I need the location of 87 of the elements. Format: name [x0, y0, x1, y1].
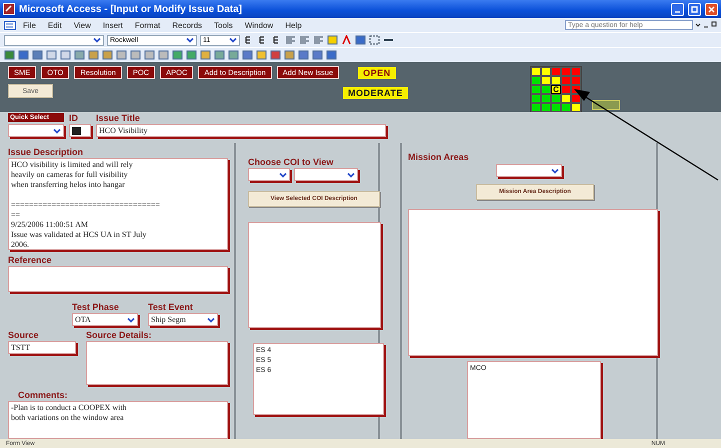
caret-icon — [279, 170, 287, 178]
line-color-icon[interactable] — [355, 35, 366, 45]
align-left-icon[interactable] — [285, 35, 296, 45]
test-event-combo[interactable]: Ship Segm — [148, 313, 218, 326]
menu-item[interactable]: Edit — [42, 20, 67, 30]
menu-item[interactable]: Format — [130, 20, 166, 30]
caret-icon — [186, 36, 194, 44]
test-phase-label: Test Phase — [72, 302, 120, 314]
caret-icon — [229, 36, 237, 44]
toolbar-icon[interactable] — [74, 50, 85, 60]
risk-tag — [592, 100, 620, 110]
app-key-icon — [3, 3, 15, 15]
toolbar-icon[interactable] — [88, 50, 99, 60]
quick-select-combo[interactable] — [8, 124, 64, 137]
toolbar-icon[interactable] — [228, 50, 239, 60]
toolbar-icon[interactable] — [312, 50, 323, 60]
coi-combo[interactable] — [248, 168, 290, 181]
toolbar-icon[interactable] — [200, 50, 211, 60]
toolbar-icon[interactable] — [326, 50, 337, 60]
toolbar-icon[interactable] — [32, 50, 43, 60]
toolbar-icon[interactable] — [270, 50, 281, 60]
form-icon — [4, 20, 16, 30]
source-field[interactable]: TSTT — [8, 341, 76, 354]
issue-description-label: Issue Description — [8, 146, 84, 158]
reference-field[interactable] — [8, 266, 228, 292]
issue-description-field[interactable]: HCO visibility is limited and will rely heavily on cameras for full visibility when transferring helos into hangar ================================= == 9/25/2006 11:00:51 AM Issue was validated at HCS UA in ST July 2006. — [8, 158, 228, 250]
align-center-icon[interactable] — [299, 35, 310, 45]
menu-item[interactable]: Tools — [209, 20, 238, 30]
source-details-field[interactable] — [86, 341, 228, 386]
comments-label: Comments: — [18, 390, 69, 402]
selected-risk-cell: C — [551, 85, 561, 94]
toolbar-icon[interactable] — [186, 50, 197, 60]
mission-description-field[interactable] — [408, 208, 658, 356]
window-title: Microsoft Access - [Input or Modify Issue Data] — [19, 4, 243, 14]
toolbar-icon[interactable] — [116, 50, 127, 60]
toolbar-icon[interactable] — [144, 50, 155, 60]
fill-color-icon[interactable] — [327, 35, 338, 45]
border-icon[interactable] — [369, 35, 380, 45]
id-field[interactable] — [69, 124, 91, 137]
maximize-icon — [691, 6, 698, 12]
align-right-icon[interactable] — [313, 35, 324, 45]
close-button[interactable] — [705, 2, 718, 16]
status-label: OPEN — [358, 66, 396, 78]
comments-field[interactable]: -Plan is to conduct a COOPEX with both variations on the window area — [8, 401, 228, 439]
caret-icon — [53, 126, 61, 134]
coi-description-field[interactable] — [248, 222, 381, 328]
toolbar-icon[interactable] — [102, 50, 113, 60]
toolbar-icon[interactable] — [158, 50, 169, 60]
coi-label: Choose COI to View — [248, 157, 334, 168]
toolbar-icon[interactable] — [214, 50, 225, 60]
maximize-button[interactable] — [688, 2, 701, 16]
toolbar-icon[interactable] — [4, 50, 15, 60]
minimize-button[interactable] — [671, 2, 684, 16]
font-color-icon[interactable] — [341, 35, 352, 45]
menu-item[interactable]: View — [68, 20, 96, 30]
window-controls-icon[interactable] — [695, 21, 717, 29]
source-label: Source — [8, 330, 40, 342]
test-event-label: Test Event — [148, 302, 194, 314]
source-details-label: Source Details: — [86, 330, 153, 342]
menu-item[interactable]: Help — [280, 20, 307, 30]
toolbar-icon[interactable] — [46, 50, 57, 60]
object-combo[interactable] — [4, 34, 104, 46]
caret-icon — [127, 316, 135, 324]
menu-item[interactable]: Window — [240, 20, 278, 30]
menu-item[interactable]: Records — [167, 20, 208, 30]
caret-icon — [347, 170, 355, 178]
issue-title-label: Issue Title — [96, 113, 141, 124]
caret-icon — [93, 36, 101, 44]
test-phase-combo[interactable]: OTA — [72, 313, 138, 326]
toolbar-icon[interactable] — [256, 50, 267, 60]
risk-level-label: MODERATE — [343, 87, 408, 99]
close-icon — [708, 6, 715, 12]
toolbar-icon[interactable] — [284, 50, 295, 60]
issue-title-field[interactable]: HCO Visibility — [96, 124, 386, 137]
toolbar-icon[interactable] — [18, 50, 29, 60]
toolbar-icon[interactable] — [298, 50, 309, 60]
toolbar-icon[interactable] — [172, 50, 183, 60]
caret-icon — [551, 166, 559, 174]
caret-icon — [207, 316, 215, 324]
toolbar-icon[interactable] — [60, 50, 71, 60]
toolbar-icon[interactable] — [130, 50, 141, 60]
id-label: ID — [69, 113, 79, 124]
toolbar-icon[interactable] — [242, 50, 253, 60]
menu-item[interactable]: File — [18, 20, 41, 30]
menu-item[interactable]: Insert — [98, 20, 128, 30]
mission-areas-label: Mission Areas — [408, 152, 470, 163]
reference-label: Reference — [8, 254, 53, 266]
